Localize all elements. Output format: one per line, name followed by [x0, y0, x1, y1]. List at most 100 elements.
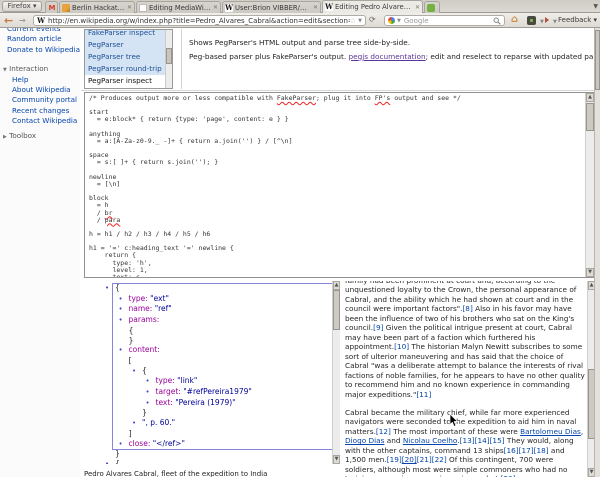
sidebar-item-recent-changes[interactable]: Recent changes	[0, 106, 80, 116]
article-link[interactable]: [10]	[394, 342, 409, 351]
flag-icon[interactable]	[545, 17, 549, 23]
scrollbar-thumb[interactable]	[586, 103, 594, 131]
article-link[interactable]: [8]	[462, 304, 472, 313]
addons-icon[interactable]	[527, 16, 536, 25]
bookmark-star-icon[interactable]: ☆	[350, 17, 356, 25]
code-line: newline	[89, 174, 582, 181]
article-link[interactable]: [17]	[519, 446, 534, 455]
option-pegparser[interactable]: PegParser	[85, 39, 172, 51]
text-segment: }	[142, 408, 147, 417]
article-link[interactable]: [14]	[475, 436, 490, 445]
article-link[interactable]: [12]	[376, 427, 391, 436]
text-segment: and	[384, 436, 402, 445]
misspelled-word: FakeParser	[277, 94, 316, 102]
article-link[interactable]: [13]	[460, 436, 475, 445]
code-line: type: 'h',	[89, 260, 582, 267]
article-link[interactable]: [22]	[432, 455, 447, 464]
article-link[interactable]: [20]	[402, 455, 417, 464]
close-icon[interactable]: ✕	[127, 4, 132, 11]
url-dropdown-icon[interactable]: ▼	[358, 18, 362, 24]
tab-icon-only[interactable]	[424, 1, 440, 13]
close-icon[interactable]: ✕	[313, 4, 318, 11]
scroll-up-icon[interactable]: ▲	[586, 93, 594, 102]
option-pegparser-tree[interactable]: PegParser tree	[85, 51, 172, 63]
close-icon[interactable]: ✕	[213, 4, 218, 11]
textarea-scrollbar[interactable]: ▲ ▼	[585, 93, 594, 277]
scrollbar-thumb[interactable]	[166, 48, 172, 64]
sidebar-item-community-portal[interactable]: Community portal	[0, 95, 80, 105]
article-link[interactable]: Diogo Dias	[345, 436, 384, 445]
pinned-tab-gmail[interactable]: M	[45, 1, 58, 13]
sidebar-item-contact-wikipedia[interactable]: Contact Wikipedia	[0, 116, 80, 126]
addons-dropdown-icon[interactable]: ▼	[540, 19, 544, 25]
reload-button[interactable]: ⟳	[369, 15, 376, 24]
sidebar-item-about-wikipedia[interactable]: About Wikipedia	[0, 85, 80, 95]
option-pegparser-inspect[interactable]: PegParser inspect	[85, 75, 172, 87]
window-scrollbar[interactable]	[594, 28, 600, 477]
article-link[interactable]: Bartolomeu Dias	[520, 427, 581, 436]
option-pegparser-round-trip[interactable]: PegParser round-trip	[85, 63, 172, 75]
scrollbar-thumb[interactable]	[333, 290, 340, 330]
bullet-icon: •	[105, 284, 115, 294]
misspelled-word: FP's	[375, 94, 391, 102]
sidebar-item-random-article[interactable]: Random article	[0, 34, 80, 44]
tab-editing-gadget[interactable]: Editing MediaWiki:Gadget-... ✕	[136, 1, 221, 13]
article-link[interactable]: Nicolau Coelho	[403, 436, 457, 445]
peg-grammar-textarea[interactable]: /* Produces output more or less compatib…	[84, 92, 595, 278]
clipped-bottom-text: Pedro Álvares Cabral, fleet of the exped…	[84, 470, 338, 477]
sidebar-heading-toolbox[interactable]: ▶ Toolbox	[0, 131, 80, 142]
url-bar[interactable]: W http://en.wikipedia.org/w/index.php?ti…	[33, 15, 366, 26]
article-link[interactable]: [19]	[387, 455, 402, 464]
close-icon[interactable]: ✕	[415, 4, 420, 11]
tree-panel-scrollbar[interactable]: ▲ ▼	[332, 281, 340, 464]
sidebar-item-help[interactable]: Help	[0, 75, 80, 85]
parse-tree: •{•type: "ext"•name: "ref"•params:{}•con…	[84, 283, 331, 464]
article-link[interactable]: [21]	[417, 455, 432, 464]
scrollbar-thumb[interactable]	[595, 30, 600, 90]
bullet-icon: •	[119, 305, 129, 315]
parser-listbox[interactable]: FakeParser inspect PegParser PegParser t…	[84, 29, 173, 89]
text-segment: }	[129, 336, 134, 345]
article-link[interactable]: [18]	[534, 446, 549, 455]
scroll-down-icon[interactable]: ▼	[333, 455, 340, 464]
firefox-window: { "browser": { "menu_button": "Firefox ▾…	[0, 0, 600, 477]
tree-line: •", p. 60."	[84, 418, 331, 429]
text-segment: {	[142, 366, 147, 375]
sidebar-item-donate[interactable]: Donate to Wikipedia	[0, 45, 80, 55]
code-line	[89, 145, 582, 152]
article-link[interactable]: [11]	[416, 390, 431, 399]
tab-berlin-hackathon[interactable]: Berlin Hackathon 2011 - Me... ✕	[59, 1, 135, 13]
tab-user-brion-vibber[interactable]: W User:Brion VIBBER/Gadget... ✕	[222, 1, 321, 13]
tree-line: •type: "ext"	[84, 294, 331, 305]
back-button[interactable]: ←	[4, 14, 13, 27]
feedback-button[interactable]: Feedback ▾	[558, 16, 597, 24]
listbox-scrollbar[interactable]	[165, 30, 172, 88]
search-engine-dropdown-icon[interactable]: ▼	[397, 18, 401, 24]
search-input[interactable]: Google	[404, 17, 493, 25]
option-fakeparser-inspect[interactable]: FakeParser inspect	[85, 29, 172, 39]
google-icon[interactable]	[388, 17, 395, 24]
firefox-menu-button[interactable]: Firefox ▾	[2, 1, 42, 12]
list-all-tabs-icon[interactable]: ▼	[593, 3, 598, 10]
tab-editing-pedro-alvares-cabral[interactable]: W Editing Pedro Álvares Cabr... ✕	[322, 0, 423, 13]
search-icon[interactable]	[493, 17, 501, 25]
url-text[interactable]: http://en.wikipedia.org/w/index.php?titl…	[48, 17, 350, 25]
article-link[interactable]: [16]	[504, 446, 519, 455]
scroll-down-icon[interactable]: ▼	[586, 268, 594, 277]
forward-button[interactable]: →	[19, 16, 26, 25]
home-button[interactable]: ⌂	[511, 14, 518, 25]
flag-dropdown-icon[interactable]: ▼	[553, 19, 557, 25]
text-segment: "ref"	[155, 304, 172, 313]
green-favicon	[427, 4, 435, 12]
pegjs-documentation-link[interactable]: pegjs documentation	[348, 52, 425, 61]
scroll-up-icon[interactable]: ▲	[333, 281, 340, 290]
code-line	[89, 124, 582, 131]
text-segment: {	[115, 283, 120, 292]
mouse-cursor	[449, 414, 459, 428]
code-line: text: c	[89, 274, 582, 278]
search-bar[interactable]: ▼ Google	[384, 15, 505, 26]
article-link[interactable]: [9]	[373, 323, 383, 332]
sidebar-heading-interaction[interactable]: ▼ Interaction	[0, 64, 80, 75]
article-link[interactable]: [15]	[490, 436, 505, 445]
code-line	[89, 167, 582, 174]
